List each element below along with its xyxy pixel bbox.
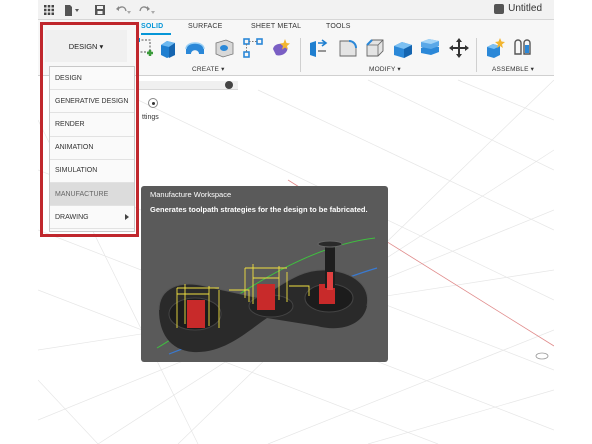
extrude-icon[interactable] — [157, 37, 179, 59]
tab-surface[interactable]: SURFACE — [188, 23, 222, 30]
visibility-radio[interactable] — [148, 98, 158, 108]
chamfer-icon[interactable] — [364, 37, 386, 59]
document-title: Untitled — [494, 3, 542, 14]
document-cube-icon — [494, 3, 505, 14]
assemble-group-label[interactable]: ASSEMBLE ▾ — [492, 65, 534, 73]
tab-solid[interactable]: SOLID — [141, 23, 163, 30]
annotation-highlight-box — [40, 22, 139, 237]
hole-icon[interactable] — [213, 37, 235, 59]
shell-icon[interactable] — [392, 37, 414, 59]
tab-tools[interactable]: TOOLS — [326, 23, 351, 30]
combine-icon[interactable] — [419, 37, 441, 59]
create-form-icon[interactable] — [270, 37, 292, 59]
move-copy-icon[interactable] — [448, 37, 470, 59]
collapse-icon[interactable] — [225, 81, 233, 89]
active-tab-indicator — [141, 33, 171, 35]
ribbon-separator — [300, 38, 301, 72]
manufacture-preview-image — [149, 228, 381, 356]
fusion-window: Untitled SOLID SURFACE SHEET METAL TOOLS… — [38, 0, 554, 444]
ribbon-separator — [476, 38, 477, 72]
new-component-icon[interactable] — [485, 37, 507, 59]
workspace-tooltip: Manufacture Workspace Generates toolpath… — [141, 186, 388, 362]
undo-icon[interactable] — [114, 3, 132, 17]
title-bar: Untitled — [38, 0, 554, 20]
fillet-icon[interactable] — [337, 37, 359, 59]
file-icon[interactable] — [62, 3, 82, 17]
create-group-label[interactable]: CREATE ▾ — [192, 65, 225, 73]
redo-icon[interactable] — [138, 3, 156, 17]
press-pull-icon[interactable] — [308, 37, 330, 59]
tooltip-description: Generates toolpath strategies for the de… — [150, 205, 368, 214]
joint-icon[interactable] — [512, 37, 534, 59]
browser-settings-label: ttings — [142, 114, 159, 121]
pattern-icon[interactable] — [242, 37, 264, 59]
browser-panel-header — [138, 81, 238, 90]
tooltip-title: Manufacture Workspace — [150, 190, 232, 199]
revolve-icon[interactable] — [184, 37, 206, 59]
modify-group-label[interactable]: MODIFY ▾ — [369, 65, 401, 73]
tab-sheet-metal[interactable]: SHEET METAL — [251, 23, 301, 30]
document-title-label: Untitled — [508, 3, 542, 14]
apps-grid-icon[interactable] — [42, 3, 56, 17]
save-icon[interactable] — [93, 3, 107, 17]
